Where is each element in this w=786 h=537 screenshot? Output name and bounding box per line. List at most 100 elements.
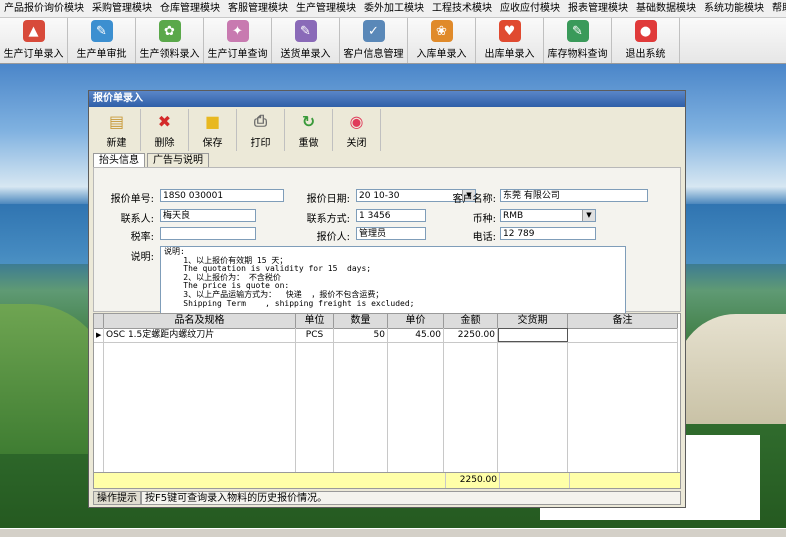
toolbar-button-label: 生产单审批 [76,49,127,60]
window-toolbar: ▤ 新建 ✖ 删除 ■ 保存 ⎙ 打印 ↻ 重做 ◉ 关闭 [93,109,381,151]
window-button-label: 打印 [250,138,271,149]
currency-select[interactable]: RMB ▼ [500,209,596,222]
menu-item-3[interactable]: 客服管理模块 [224,0,292,17]
customer-field[interactable]: 东莞 有限公司 [500,189,648,202]
status-bar: 操作提示 按F5键可查询录入物料的历史报价情况。 [93,491,681,505]
menu-item-5[interactable]: 委外加工模块 [360,0,428,17]
window-button-2[interactable]: ■ 保存 [189,109,237,151]
tab-header-info[interactable]: 抬头信息 [93,153,145,167]
notes-textarea[interactable]: 说明: 1、以上报价有效期 15 天； The quotation is val… [160,246,626,322]
toolbar-button-label: 库存物料查询 [547,49,608,60]
contact-label: 联系人: [120,214,154,225]
tax-label: 税率: [130,232,154,243]
cell-delivery[interactable] [498,328,568,342]
currency-dropdown-icon[interactable]: ▼ [582,210,595,221]
currency-value: RMB [503,211,524,221]
grid-lines [103,328,678,488]
window-button-1[interactable]: ✖ 删除 [141,109,189,151]
menu-item-7[interactable]: 应收应付模块 [496,0,564,17]
phone-field[interactable]: 12 789 [500,227,596,240]
contact-field[interactable]: 梅天良 [160,209,256,222]
currency-label: 币种: [472,214,496,225]
window-button-label: 新建 [106,138,127,149]
contact-way-field[interactable]: 1 3456 [356,209,426,222]
tax-field[interactable] [160,227,256,240]
window-button-3[interactable]: ⎙ 打印 [237,109,285,151]
toolbar-button-5[interactable]: ✓ 客户信息管理 [340,18,408,63]
toolbar-button-4[interactable]: ✎ 送货单录入 [272,18,340,63]
new-icon: ▤ [108,111,125,131]
window-button-4[interactable]: ↻ 重做 [285,109,333,151]
header-form: 报价单号: 18S0 030001 报价日期: 20 10-30 ▼ 客户名称:… [93,167,681,322]
toolbar-button-label: 退出系统 [625,49,666,60]
toolbar-button-label: 送货单录入 [280,49,331,60]
grid-header-3: 单价 [388,314,444,328]
menu-item-0[interactable]: 产品报价询价模块 [0,0,88,17]
grid-header-0: 品名及规格 [104,314,296,328]
window-button-label: 关闭 [346,138,367,149]
toolbar-button-6[interactable]: ❀ 入库单录入 [408,18,476,63]
cell-price[interactable]: 45.00 [388,328,444,342]
menu-item-9[interactable]: 基础数据模块 [632,0,700,17]
toolbar-button-7[interactable]: ♥ 出库单录入 [476,18,544,63]
menu-item-2[interactable]: 仓库管理模块 [156,0,224,17]
quote-no-label: 报价单号: [110,194,154,205]
window-tabs: 抬头信息 广告与说明 [93,153,211,167]
toolbar-button-9[interactable]: ● 退出系统 [612,18,680,63]
window-button-0[interactable]: ▤ 新建 [93,109,141,151]
approve-icon: ✎ [90,20,113,42]
sand-scenery [676,314,786,424]
toolbar-button-0[interactable]: ▲ 生产订单录入 [0,18,68,63]
toolbar-button-label: 客户信息管理 [343,49,404,60]
quote-no-field[interactable]: 18S0 030001 [160,189,284,202]
material-icon: ✿ [158,20,181,42]
toolbar-button-1[interactable]: ✎ 生产单审批 [68,18,136,63]
toolbar-button-label: 入库单录入 [416,49,467,60]
date-label: 报价日期: [306,194,350,205]
cell-remark[interactable] [568,328,678,342]
phone-label: 电话: [472,232,496,243]
cell-name[interactable]: OSC 1.5定螺距内螺纹刀片 [104,328,296,342]
menu-bar: 产品报价询价模块 采购管理模块 仓库管理模块 客服管理模块 生产管理模块 委外加工模块 工程… [0,0,786,18]
toolbar-button-2[interactable]: ✿ 生产领料录入 [136,18,204,63]
delivery-icon: ✎ [294,20,317,42]
items-grid: 品名及规格 单位 数量 单价 金额 交货期 备注 ▶ OSC 1.5定螺距内螺纹刀片 PCS 50… [93,313,681,489]
quoter-label: 报价人: [316,232,350,243]
date-value: 20 10-30 [359,191,400,201]
window-button-label: 保存 [202,138,223,149]
close-icon: ◉ [349,111,364,131]
save-icon: ■ [204,111,221,131]
menu-item-11[interactable]: 帮助 [768,0,786,17]
window-title: 报价单录入 [89,91,685,107]
table-row[interactable]: ▶ OSC 1.5定螺距内螺纹刀片 PCS 50 45.00 2250.00 [94,328,678,343]
window-button-5[interactable]: ◉ 关闭 [333,109,381,151]
toolbar-button-label: 生产订单查询 [207,49,268,60]
customer-value: 东莞 有限公司 [503,191,560,201]
menu-item-6[interactable]: 工程技术模块 [428,0,496,17]
menu-item-10[interactable]: 系统功能模块 [700,0,768,17]
menu-item-8[interactable]: 报表管理模块 [564,0,632,17]
cell-unit[interactable]: PCS [296,328,334,342]
cell-amount[interactable]: 2250.00 [444,328,498,342]
customer-label: 客户名称: [452,194,496,205]
grid-header-2: 数量 [334,314,388,328]
quoter-field[interactable]: 管理员 [356,227,426,240]
toolbar-button-label: 生产领料录入 [139,49,200,60]
toolbar-button-3[interactable]: ✦ 生产订单查询 [204,18,272,63]
cell-qty[interactable]: 50 [334,328,388,342]
window-button-label: 删除 [154,138,175,149]
tab-ad-notes[interactable]: 广告与说明 [147,153,209,167]
inventory-icon: ✎ [566,20,589,42]
grid-header-4: 金额 [444,314,498,328]
query-icon: ✦ [226,20,249,42]
menu-item-1[interactable]: 采购管理模块 [88,0,156,17]
toolbar-button-8[interactable]: ✎ 库存物料查询 [544,18,612,63]
grid-header-6: 备注 [568,314,678,328]
menu-item-4[interactable]: 生产管理模块 [292,0,360,17]
grid-header-1: 单位 [296,314,334,328]
grid-header: 品名及规格 单位 数量 单价 金额 交货期 备注 [94,314,678,329]
exit-icon: ● [634,20,657,42]
quotation-window: 报价单录入 ▤ 新建 ✖ 删除 ■ 保存 ⎙ 打印 ↻ 重做 ◉ 关闭 抬头信息 广告与说明 报价单号… [88,90,686,508]
print-icon: ⎙ [254,111,267,130]
notes-line: Shipping Term , shipping freight is excl… [164,298,415,308]
